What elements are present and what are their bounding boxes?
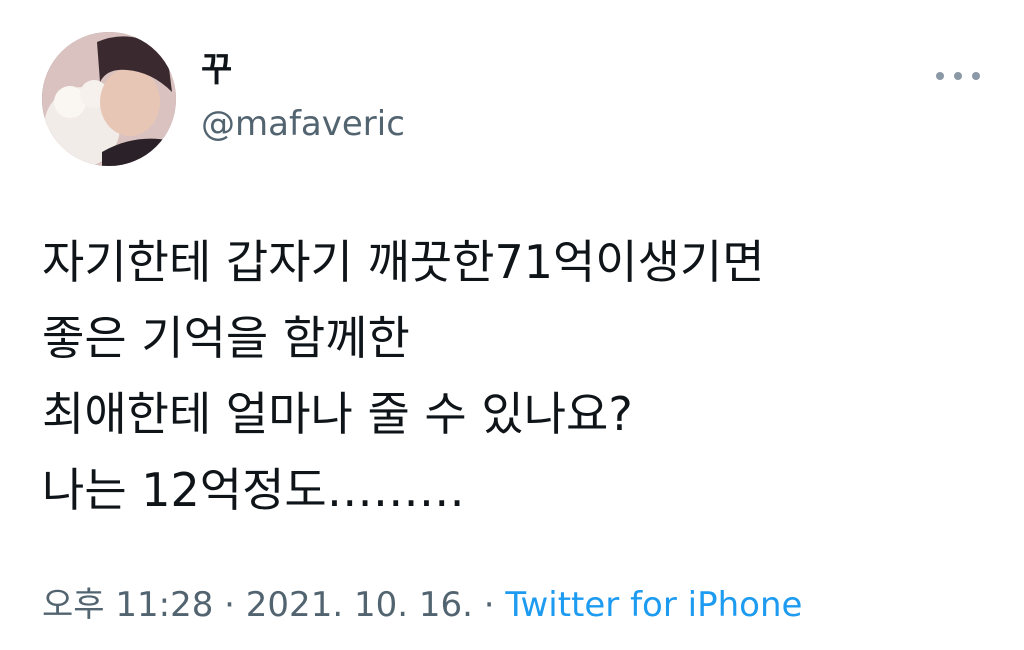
tweet-time[interactable]: 오후 11:28 — [42, 585, 213, 625]
more-dot — [936, 72, 944, 80]
more-dot — [954, 72, 962, 80]
display-name[interactable]: 꾸 — [201, 50, 232, 90]
tweet-text-line: 좋은 기억을 함께한 — [42, 311, 410, 365]
avatar[interactable] — [42, 32, 176, 166]
tweet-meta: 오후 11:28 · 2021. 10. 16. · Twitter for i… — [42, 582, 802, 628]
user-handle[interactable]: @mafaveric — [201, 102, 405, 146]
meta-separator: · — [213, 585, 246, 625]
tweet-card: 꾸 @mafaveric 자기한테 갑자기 깨끗한71억이생기면 좋은 기억을 … — [0, 0, 1024, 650]
tweet-date[interactable]: 2021. 10. 16. — [246, 585, 473, 625]
tweet-text: 자기한테 갑자기 깨끗한71억이생기면 좋은 기억을 함께한 최애한테 얼마나 … — [42, 224, 1002, 528]
tweet-source-link[interactable]: Twitter for iPhone — [505, 585, 802, 625]
more-dot — [972, 72, 980, 80]
tweet-text-line: 자기한테 갑자기 깨끗한71억이생기면 — [42, 235, 765, 289]
more-horizontal-icon[interactable] — [936, 62, 980, 90]
tweet-text-line: 나는 12억정도……… — [42, 463, 465, 517]
tweet-text-line: 최애한테 얼마나 줄 수 있나요? — [42, 387, 633, 441]
meta-separator: · — [472, 585, 506, 625]
avatar-image — [42, 32, 176, 166]
